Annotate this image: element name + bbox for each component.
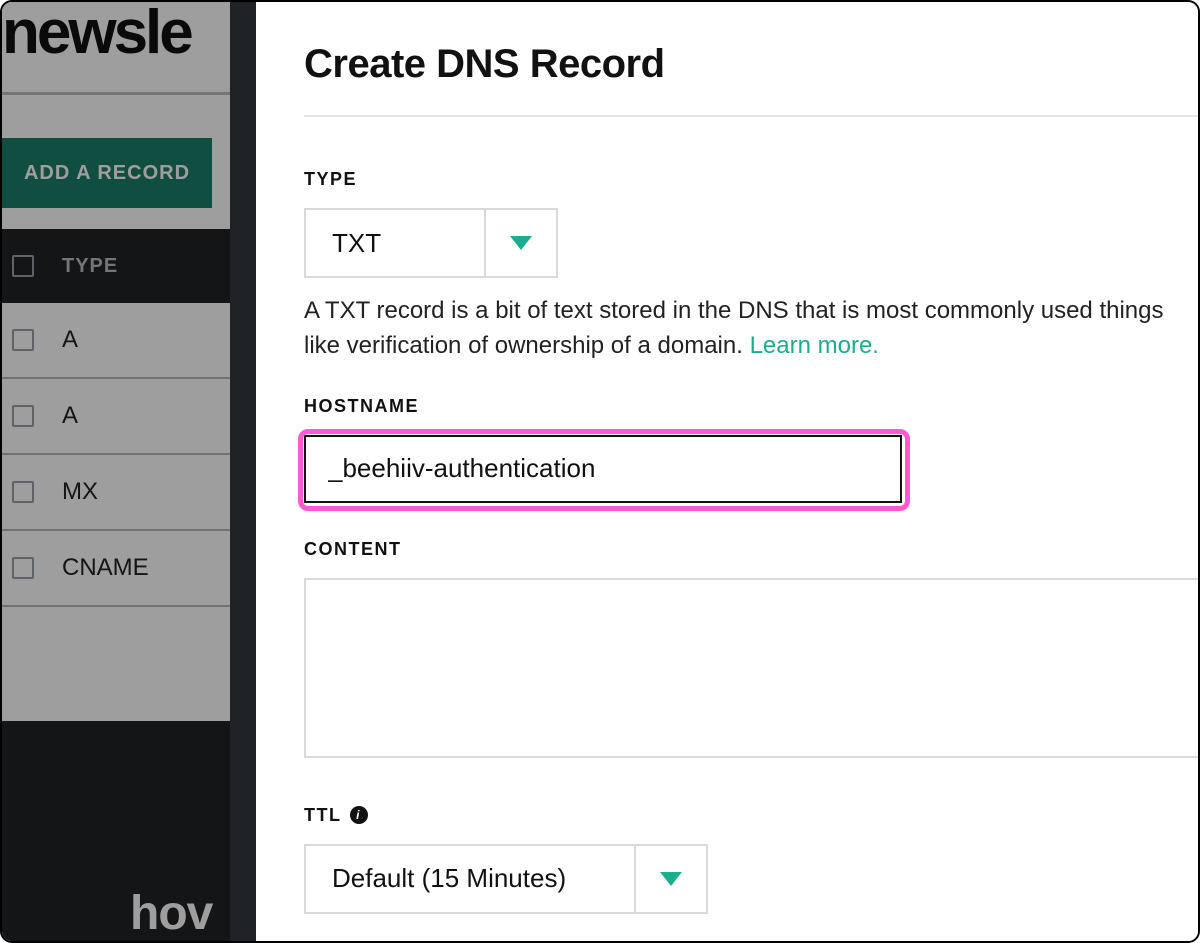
row-type: MX (62, 478, 98, 506)
row-type: CNAME (62, 554, 149, 582)
type-label: TYPE (304, 169, 1198, 190)
chevron-down-icon (660, 872, 682, 886)
divider (2, 92, 242, 95)
type-select[interactable]: TXT (304, 208, 1198, 278)
chevron-down-icon (510, 236, 532, 250)
row-checkbox[interactable] (12, 329, 34, 351)
footer-brand-fragment: hov (130, 886, 212, 941)
table-header-row: TYPE (2, 229, 242, 303)
row-checkbox[interactable] (12, 405, 34, 427)
table-row[interactable]: A (2, 303, 242, 379)
panel-title: Create DNS Record (304, 42, 1198, 87)
table-row[interactable]: A (2, 379, 242, 455)
hostname-label: HOSTNAME (304, 396, 1198, 417)
type-select-value: TXT (304, 208, 484, 278)
type-help-text: A TXT record is a bit of text stored in … (304, 294, 1198, 364)
type-select-toggle[interactable] (484, 208, 558, 278)
row-checkbox[interactable] (12, 481, 34, 503)
content-label: CONTENT (304, 539, 1198, 560)
select-all-checkbox[interactable] (12, 255, 34, 277)
brand-fragment: newsle (2, 0, 242, 68)
divider (304, 115, 1198, 117)
learn-more-link[interactable]: Learn more. (750, 332, 879, 359)
table-row[interactable]: MX (2, 455, 242, 531)
row-checkbox[interactable] (12, 557, 34, 579)
row-type: A (62, 402, 78, 430)
add-record-button[interactable]: ADD A RECORD (2, 138, 212, 208)
content-textarea[interactable] (304, 578, 1198, 758)
panel-left-edge (230, 2, 256, 941)
ttl-label: TTL i (304, 805, 1198, 826)
dns-records-table: TYPE A A MX CNAME (2, 229, 242, 607)
ttl-select-toggle[interactable] (634, 844, 708, 914)
info-icon[interactable]: i (350, 806, 368, 824)
column-header-type: TYPE (62, 255, 118, 278)
hostname-input[interactable] (304, 435, 902, 503)
table-row[interactable]: CNAME (2, 531, 242, 607)
ttl-select[interactable]: Default (15 Minutes) (304, 844, 1198, 914)
row-type: A (62, 326, 78, 354)
ttl-select-value: Default (15 Minutes) (304, 844, 634, 914)
create-dns-record-panel: Create DNS Record TYPE TXT A TXT record … (256, 2, 1198, 941)
